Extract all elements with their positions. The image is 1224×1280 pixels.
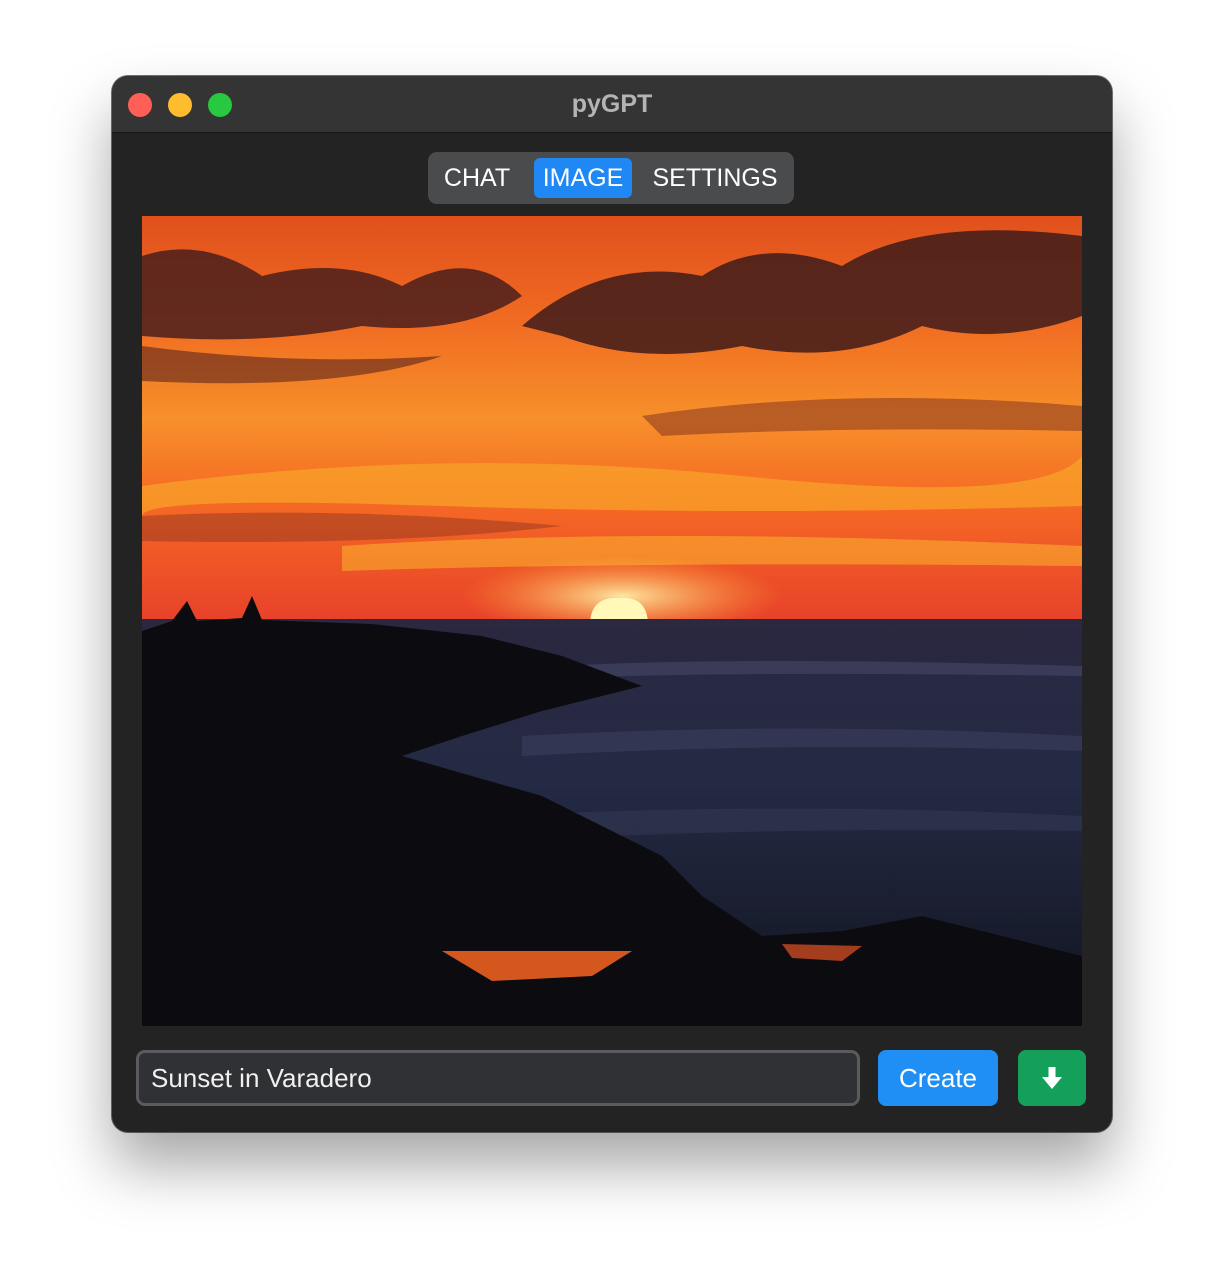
create-button[interactable]: Create — [878, 1050, 998, 1106]
tab-bar: CHAT IMAGE SETTINGS — [428, 152, 794, 204]
window-title: pyGPT — [571, 90, 653, 118]
app-window: pyGPT CHAT IMAGE SETTINGS Sunset in Vara… — [112, 76, 1112, 1132]
generated-image — [142, 216, 1082, 1026]
download-button[interactable] — [1018, 1050, 1086, 1106]
tab-chat[interactable]: CHAT — [434, 158, 520, 198]
prompt-input[interactable] — [136, 1050, 860, 1106]
title-bar[interactable]: pyGPT — [112, 76, 1112, 133]
tab-image[interactable]: IMAGE — [534, 158, 632, 198]
sunset-image — [142, 216, 1082, 1026]
tab-settings[interactable]: SETTINGS — [646, 158, 784, 198]
download-arrow-icon — [1042, 1067, 1062, 1089]
